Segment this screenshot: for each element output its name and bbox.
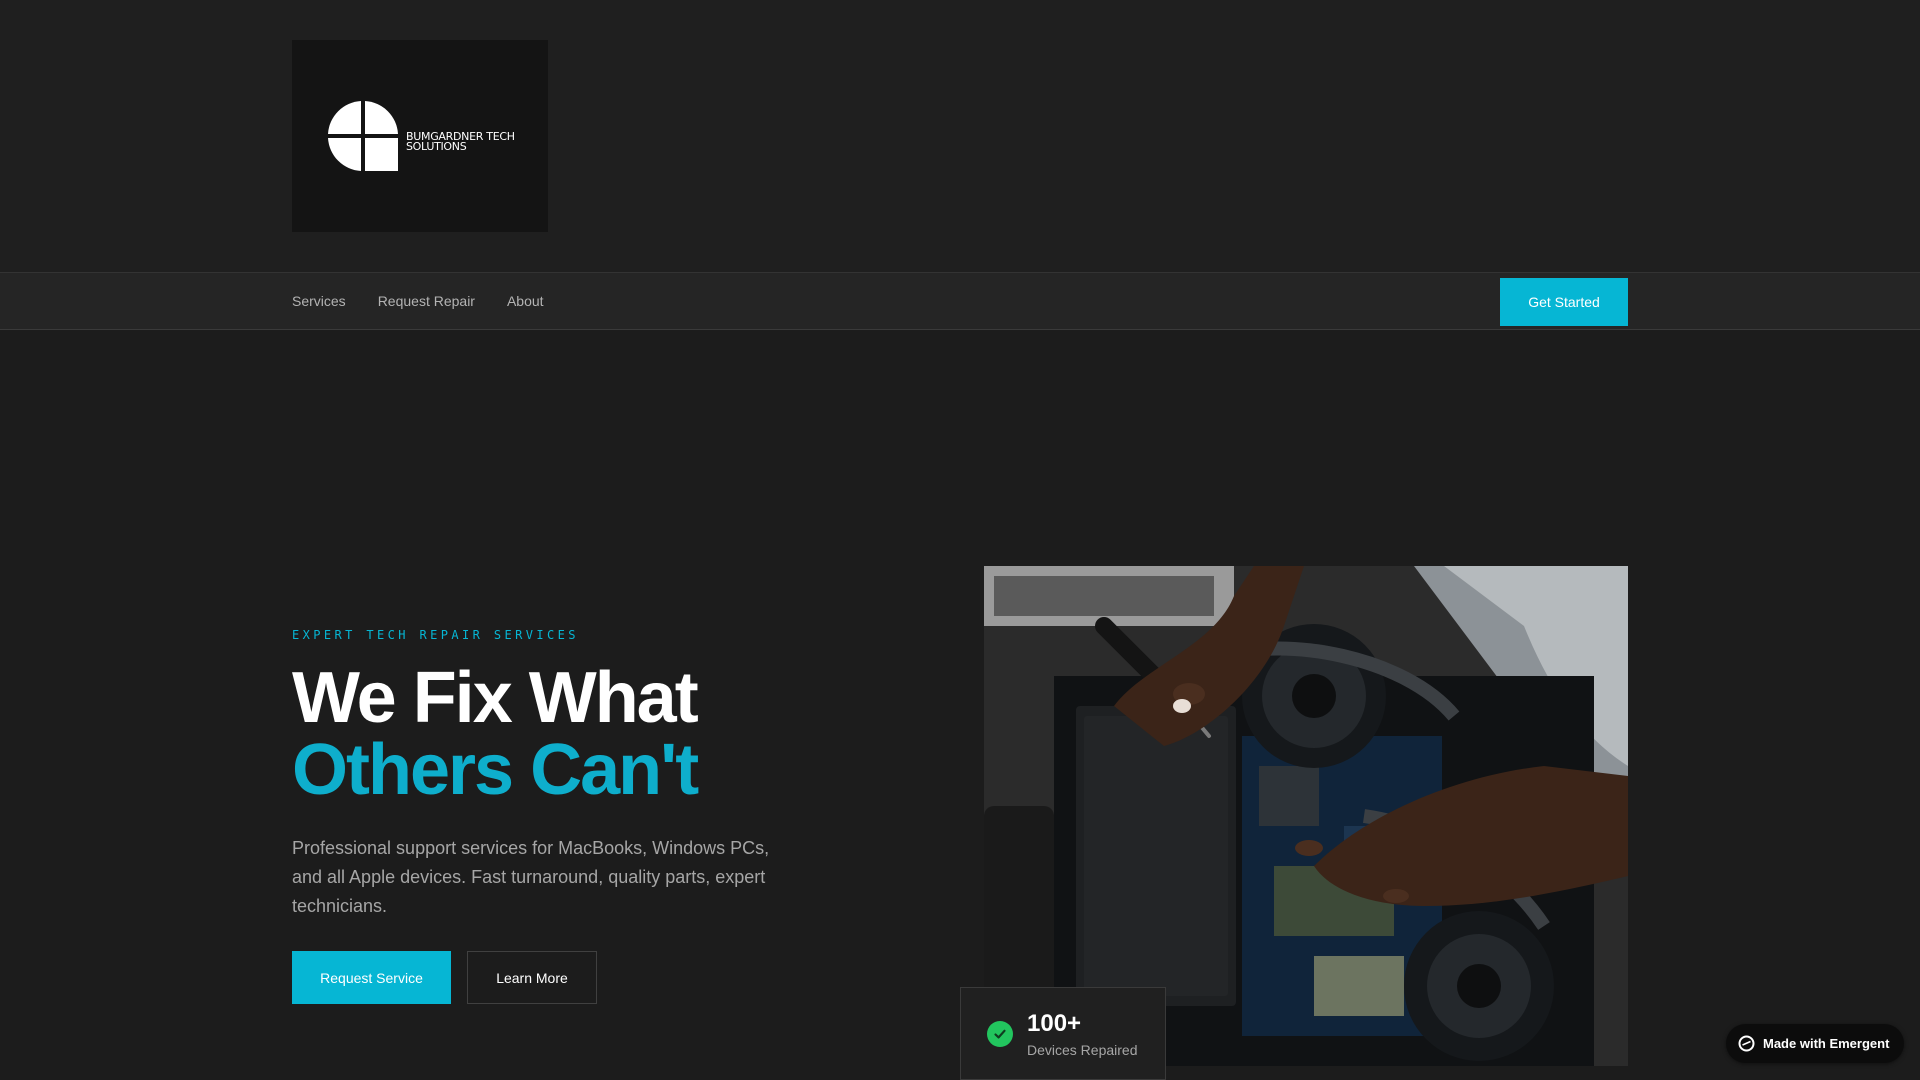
header-band: BUMGARDNER TECH SOLUTIONS [0,0,1920,272]
brand-name-line2: SOLUTIONS [406,140,467,153]
made-with-emergent-badge[interactable]: Made with Emergent [1726,1024,1904,1063]
stat-text: 100+ Devices Repaired [1027,1010,1138,1058]
stat-card: 100+ Devices Repaired [960,987,1166,1080]
hero-title: We Fix What Others Can't [292,662,812,806]
nav-item-request-repair[interactable]: Request Repair [378,293,475,309]
hero-title-line2: Others Can't [292,730,699,810]
hero-description: Professional support services for MacBoo… [292,838,770,916]
stat-label: Devices Repaired [1027,1041,1138,1058]
nav-item-about[interactable]: About [507,293,544,309]
get-started-button[interactable]: Get Started [1500,278,1628,326]
hero-content: EXPERT TECH REPAIR SERVICES We Fix What … [292,628,812,1004]
hero-eyebrow: EXPERT TECH REPAIR SERVICES [292,628,579,642]
nav-links: Services Request Repair About [292,273,576,329]
brand-name: BUMGARDNER TECH SOLUTIONS [406,131,515,153]
emergent-logo-icon [1738,1035,1755,1052]
request-service-button[interactable]: Request Service [292,951,451,1004]
hero-buttons: Request Service Learn More [292,951,812,1004]
check-circle-icon [987,1020,1013,1047]
nav-item-services[interactable]: Services [292,293,346,309]
badge-label: Made with Emergent [1763,1036,1890,1051]
hero-title-line1: We Fix What [292,658,699,738]
stat-value: 100+ [1027,1009,1082,1037]
learn-more-button[interactable]: Learn More [467,951,597,1004]
logo[interactable]: BUMGARDNER TECH SOLUTIONS [292,40,548,232]
quadrant-logo-icon [328,101,398,171]
navigation-bar: Services Request Repair About Get Starte… [0,272,1920,330]
